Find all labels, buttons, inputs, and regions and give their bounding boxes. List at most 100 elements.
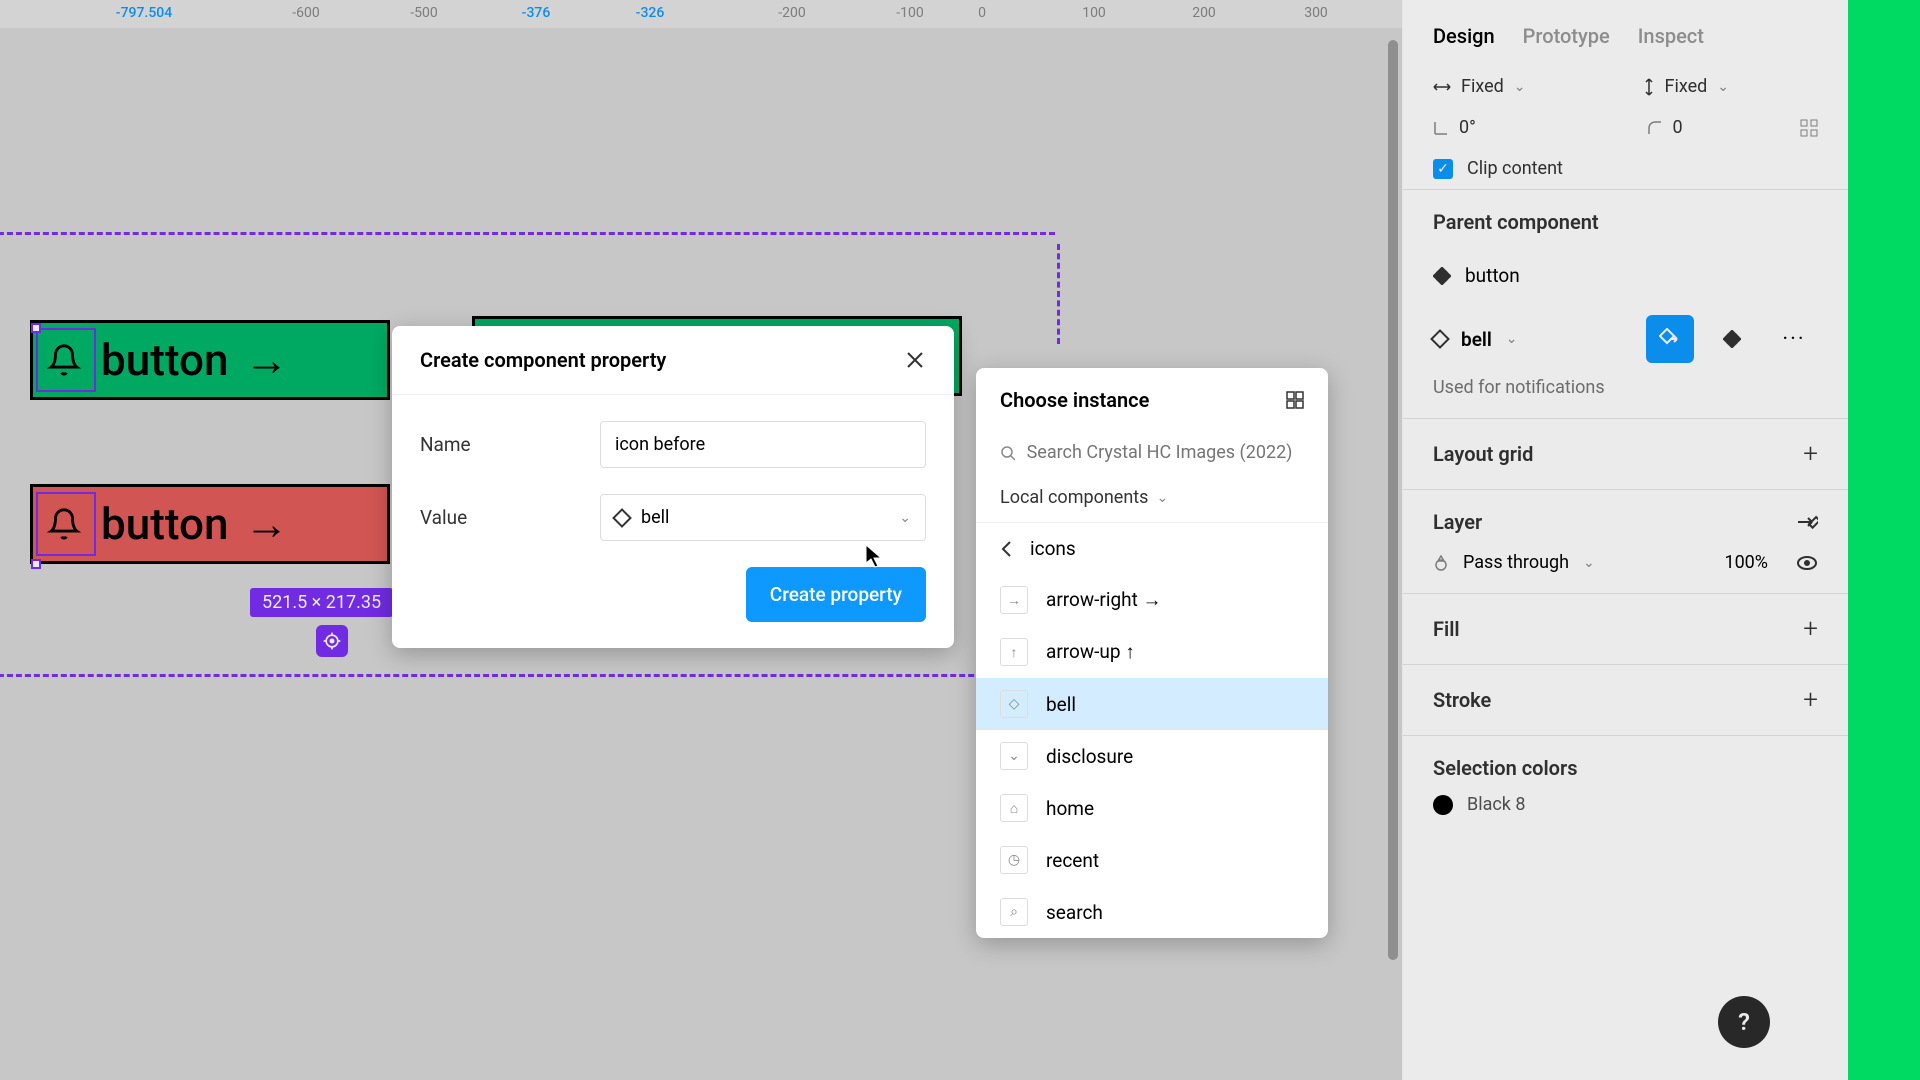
chevron-down-icon: ⌄ — [899, 510, 911, 526]
rotation-input[interactable]: 0° — [1433, 117, 1573, 138]
selection-outline — [36, 328, 96, 392]
height-resize-dropdown[interactable]: Fixed ⌄ — [1643, 76, 1819, 97]
cursor-icon — [865, 544, 883, 568]
back-button[interactable] — [1000, 540, 1012, 558]
parent-component-link[interactable]: button — [1403, 254, 1848, 297]
button-label: button — [101, 498, 228, 550]
selection-size-badge: 521.5 × 217.35 — [250, 588, 393, 617]
instance-option-bell[interactable]: ◇ bell — [976, 678, 1328, 730]
go-to-main-button[interactable] — [1646, 315, 1694, 363]
instance-option-label: recent — [1046, 849, 1099, 872]
dialog-title: Create component property — [420, 348, 666, 372]
layers-panel-edge — [1848, 0, 1920, 1080]
color-swatch[interactable] — [1433, 795, 1453, 815]
parent-component-header: Parent component — [1433, 210, 1818, 234]
close-button[interactable] — [904, 349, 926, 371]
selection-handle-bl[interactable] — [31, 559, 41, 569]
instance-thumbnail: → — [1000, 586, 1028, 614]
panel-tabs: Design Prototype Inspect — [1403, 0, 1848, 66]
canvas-scrollbar[interactable] — [1388, 40, 1398, 960]
instance-swap-dropdown[interactable]: bell — [1461, 328, 1492, 351]
corner-radius-input[interactable]: 0 — [1647, 117, 1787, 138]
stroke-header: Stroke — [1433, 688, 1491, 712]
component-icon — [1433, 267, 1451, 285]
grid-icon — [1286, 391, 1304, 409]
instance-option-arrow-up[interactable]: ↑ arrow-up ↑ — [976, 626, 1328, 678]
horizontal-resize-icon — [1433, 81, 1451, 93]
instance-option-label: bell — [1046, 693, 1076, 716]
more-options-button[interactable]: ··· — [1770, 315, 1818, 363]
opacity-input[interactable]: 100% — [1724, 552, 1768, 573]
instance-picker-popover: Choose instance Local components ⌄ icons… — [976, 368, 1328, 938]
instance-thumbnail: ↑ — [1000, 638, 1028, 666]
target-icon[interactable] — [316, 625, 348, 657]
tab-design[interactable]: Design — [1433, 24, 1495, 48]
instance-option-disclosure[interactable]: ⌄ disclosure — [976, 730, 1328, 782]
instance-option-label: disclosure — [1046, 745, 1133, 768]
property-name-input[interactable]: icon before — [600, 421, 926, 468]
clip-content-checkbox[interactable]: ✓ — [1433, 159, 1453, 179]
ruler-mark: -500 — [410, 5, 437, 21]
ruler-mark: 0 — [978, 5, 986, 21]
instance-search-input[interactable] — [1027, 442, 1304, 463]
horizontal-ruler: -797.504-600-500-376-326-200-10001002003… — [0, 0, 1402, 28]
ruler-mark: -200 — [778, 5, 805, 21]
fill-header: Fill — [1433, 617, 1460, 641]
instance-thumbnail: ⌕ — [1000, 898, 1028, 926]
blend-mode-dropdown[interactable]: Pass through — [1463, 552, 1569, 573]
add-layout-grid-button[interactable]: + — [1803, 439, 1818, 469]
independent-corners-button[interactable] — [1800, 119, 1818, 137]
close-icon — [906, 351, 924, 369]
instance-description: Used for notifications — [1403, 373, 1848, 418]
ruler-mark: -326 — [636, 5, 665, 21]
library-selector[interactable]: Local components ⌄ — [976, 473, 1328, 522]
name-field-label: Name — [420, 433, 600, 456]
breadcrumb: icons — [1030, 537, 1076, 560]
add-stroke-button[interactable]: + — [1803, 685, 1818, 715]
selection-handle-tl[interactable] — [31, 323, 41, 333]
instance-option-label: arrow-right → — [1046, 588, 1162, 612]
instance-option-home[interactable]: ⌂home — [976, 782, 1328, 834]
detach-instance-button[interactable] — [1708, 315, 1756, 363]
layer-settings-icon[interactable] — [1796, 514, 1818, 530]
value-field-label: Value — [420, 506, 600, 529]
properties-panel: Design Prototype Inspect Fixed ⌄ Fixed ⌄… — [1402, 0, 1848, 1080]
create-property-button[interactable]: Create property — [746, 567, 926, 622]
instance-thumbnail: ◷ — [1000, 846, 1028, 874]
instance-thumbnail: ⌄ — [1000, 742, 1028, 770]
width-resize-dropdown[interactable]: Fixed ⌄ — [1433, 76, 1609, 97]
ruler-mark: -100 — [896, 5, 923, 21]
arrow-right-icon: → — [244, 498, 288, 550]
instance-thumbnail: ◇ — [1000, 690, 1028, 718]
search-icon — [1000, 445, 1015, 461]
vertical-resize-icon — [1643, 78, 1655, 96]
grid-view-button[interactable] — [1286, 391, 1304, 409]
instance-option-search[interactable]: ⌕ search — [976, 886, 1328, 938]
tab-prototype[interactable]: Prototype — [1523, 24, 1610, 48]
instance-option-label: search — [1046, 901, 1103, 924]
picker-title: Choose instance — [1000, 388, 1149, 412]
corner-radius-icon — [1647, 120, 1663, 136]
chevron-down-icon: ⌄ — [1156, 490, 1168, 506]
chevron-left-icon — [1000, 540, 1012, 558]
tab-inspect[interactable]: Inspect — [1638, 24, 1704, 48]
property-value-select[interactable]: bell ⌄ — [600, 494, 926, 541]
ruler-mark: -600 — [292, 5, 319, 21]
instance-option-arrow-right[interactable]: → arrow-right → — [976, 574, 1328, 626]
selection-colors-header: Selection colors — [1433, 756, 1818, 780]
arrow-right-icon: → — [244, 334, 288, 386]
ruler-mark: 100 — [1082, 5, 1106, 21]
instance-option-label: arrow-up ↑ — [1046, 640, 1135, 664]
ruler-mark: 200 — [1192, 5, 1216, 21]
visibility-icon[interactable] — [1796, 555, 1818, 571]
blend-mode-icon — [1433, 555, 1449, 571]
layout-grid-header: Layout grid — [1433, 442, 1533, 466]
instance-list: → arrow-right → ↑ arrow-up ↑ ◇ bell ⌄ disclosur… — [976, 574, 1328, 938]
color-name: Black 8 — [1467, 794, 1526, 815]
selection-outline-2 — [36, 492, 96, 556]
instance-thumbnail: ⌂ — [1000, 794, 1028, 822]
ruler-mark: -797.504 — [116, 5, 172, 21]
instance-option-recent[interactable]: ◷ recent — [976, 834, 1328, 886]
add-fill-button[interactable]: + — [1803, 614, 1818, 644]
help-button[interactable]: ? — [1718, 996, 1770, 1048]
